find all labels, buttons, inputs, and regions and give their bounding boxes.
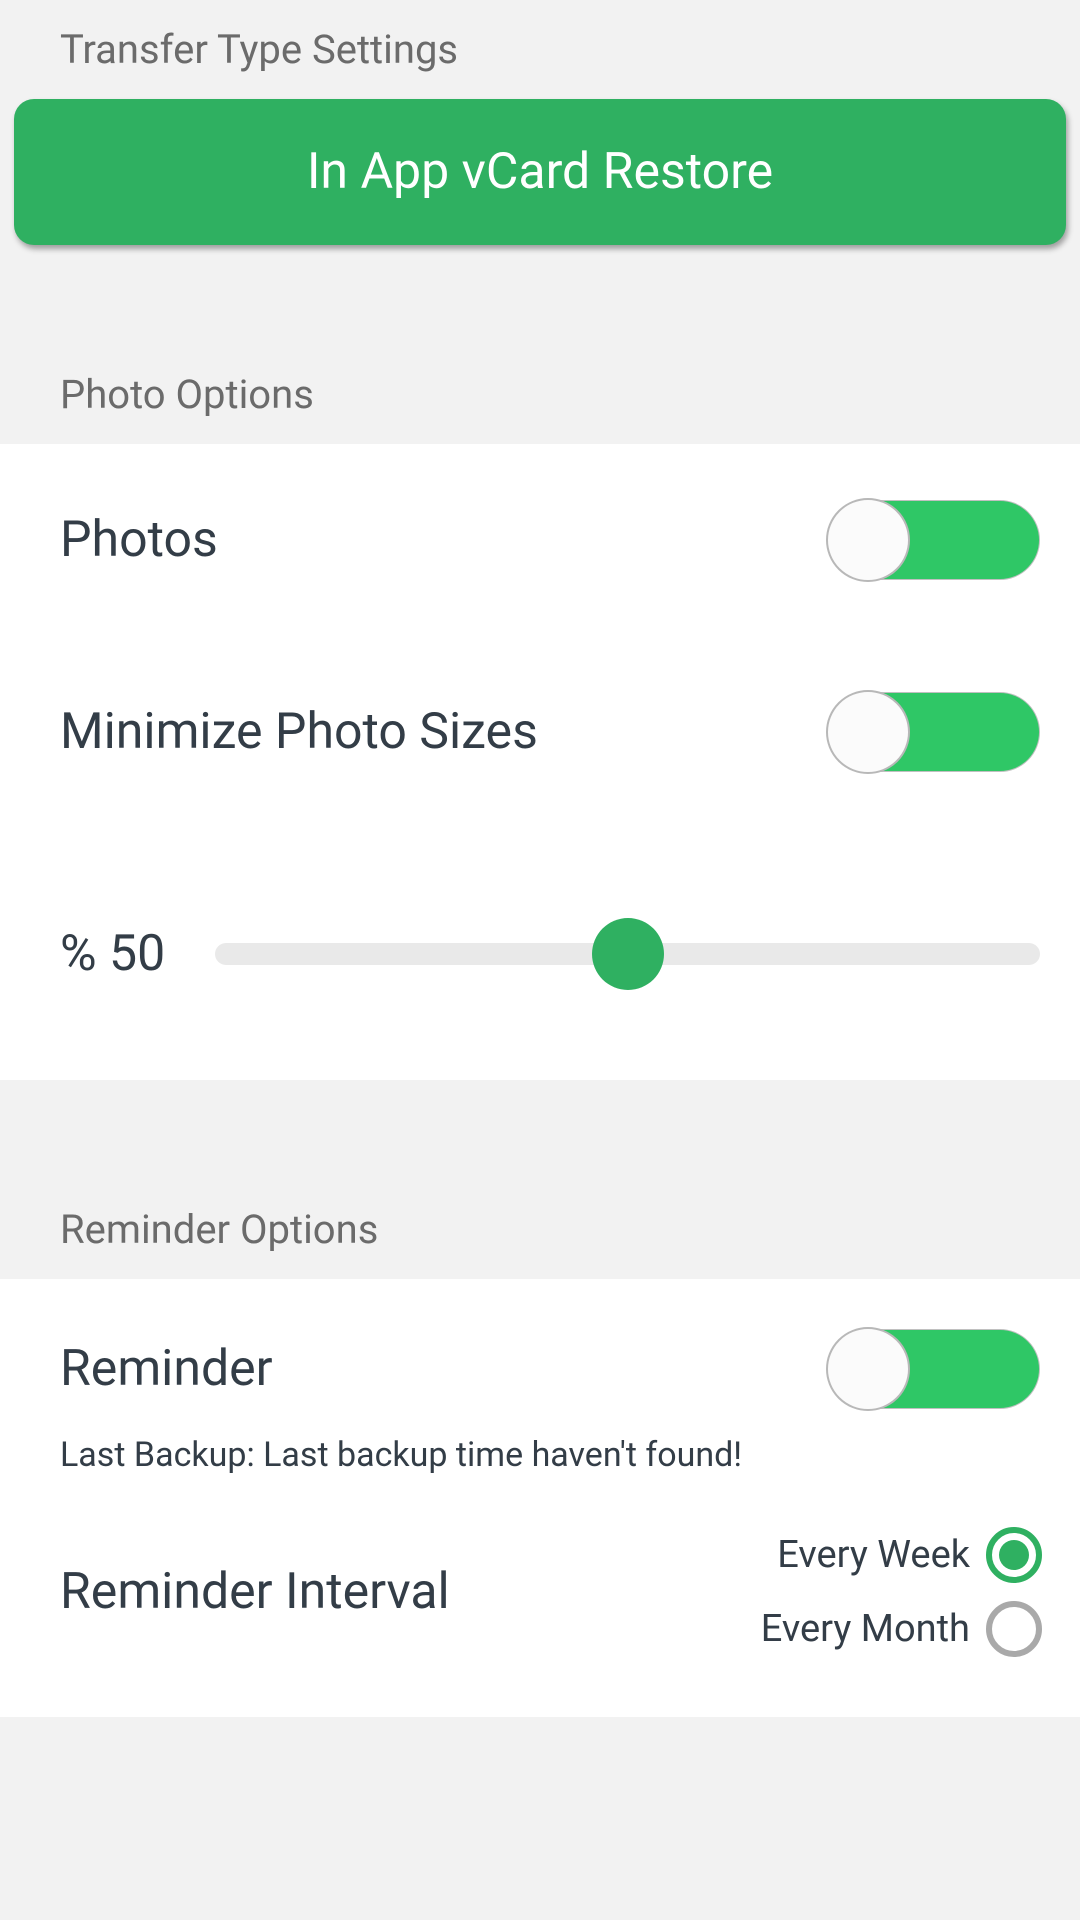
- radio-label-every-week: Every Week: [777, 1533, 970, 1577]
- reminder-toggle[interactable]: [828, 1329, 1040, 1409]
- radio-option-every-month[interactable]: Every Month: [761, 1601, 1042, 1657]
- photos-row: Photos: [0, 444, 1080, 636]
- photo-size-slider-row: % 50: [0, 828, 1080, 1080]
- reminder-interval-radio-group: Every Week Every Month: [761, 1527, 1042, 1657]
- minimize-photo-toggle[interactable]: [828, 692, 1040, 772]
- reminder-interval-row: Reminder Interval Every Week Every Month: [0, 1507, 1080, 1717]
- reminder-row: Reminder Last Backup: Last backup time h…: [0, 1279, 1080, 1507]
- reminder-label: Reminder: [60, 1340, 273, 1398]
- photos-toggle[interactable]: [828, 500, 1040, 580]
- minimize-photo-row: Minimize Photo Sizes: [0, 636, 1080, 828]
- reminder-options-header: Reminder Options: [0, 1180, 1080, 1279]
- photo-size-slider-knob[interactable]: [592, 918, 664, 990]
- radio-label-every-month: Every Month: [761, 1607, 970, 1651]
- last-backup-text: Last Backup: Last backup time haven't fo…: [60, 1435, 1040, 1475]
- vcard-restore-button[interactable]: In App vCard Restore: [14, 99, 1066, 245]
- radio-circle-every-week[interactable]: [986, 1527, 1042, 1583]
- reminder-interval-label: Reminder Interval: [60, 1563, 450, 1621]
- radio-circle-every-month[interactable]: [986, 1601, 1042, 1657]
- transfer-type-header: Transfer Type Settings: [0, 0, 1080, 99]
- photo-options-header: Photo Options: [0, 345, 1080, 444]
- photo-size-slider[interactable]: [215, 918, 1040, 990]
- radio-option-every-week[interactable]: Every Week: [777, 1527, 1042, 1583]
- photo-size-slider-label: % 50: [60, 925, 165, 983]
- photos-label: Photos: [60, 511, 218, 569]
- minimize-photo-label: Minimize Photo Sizes: [60, 703, 538, 761]
